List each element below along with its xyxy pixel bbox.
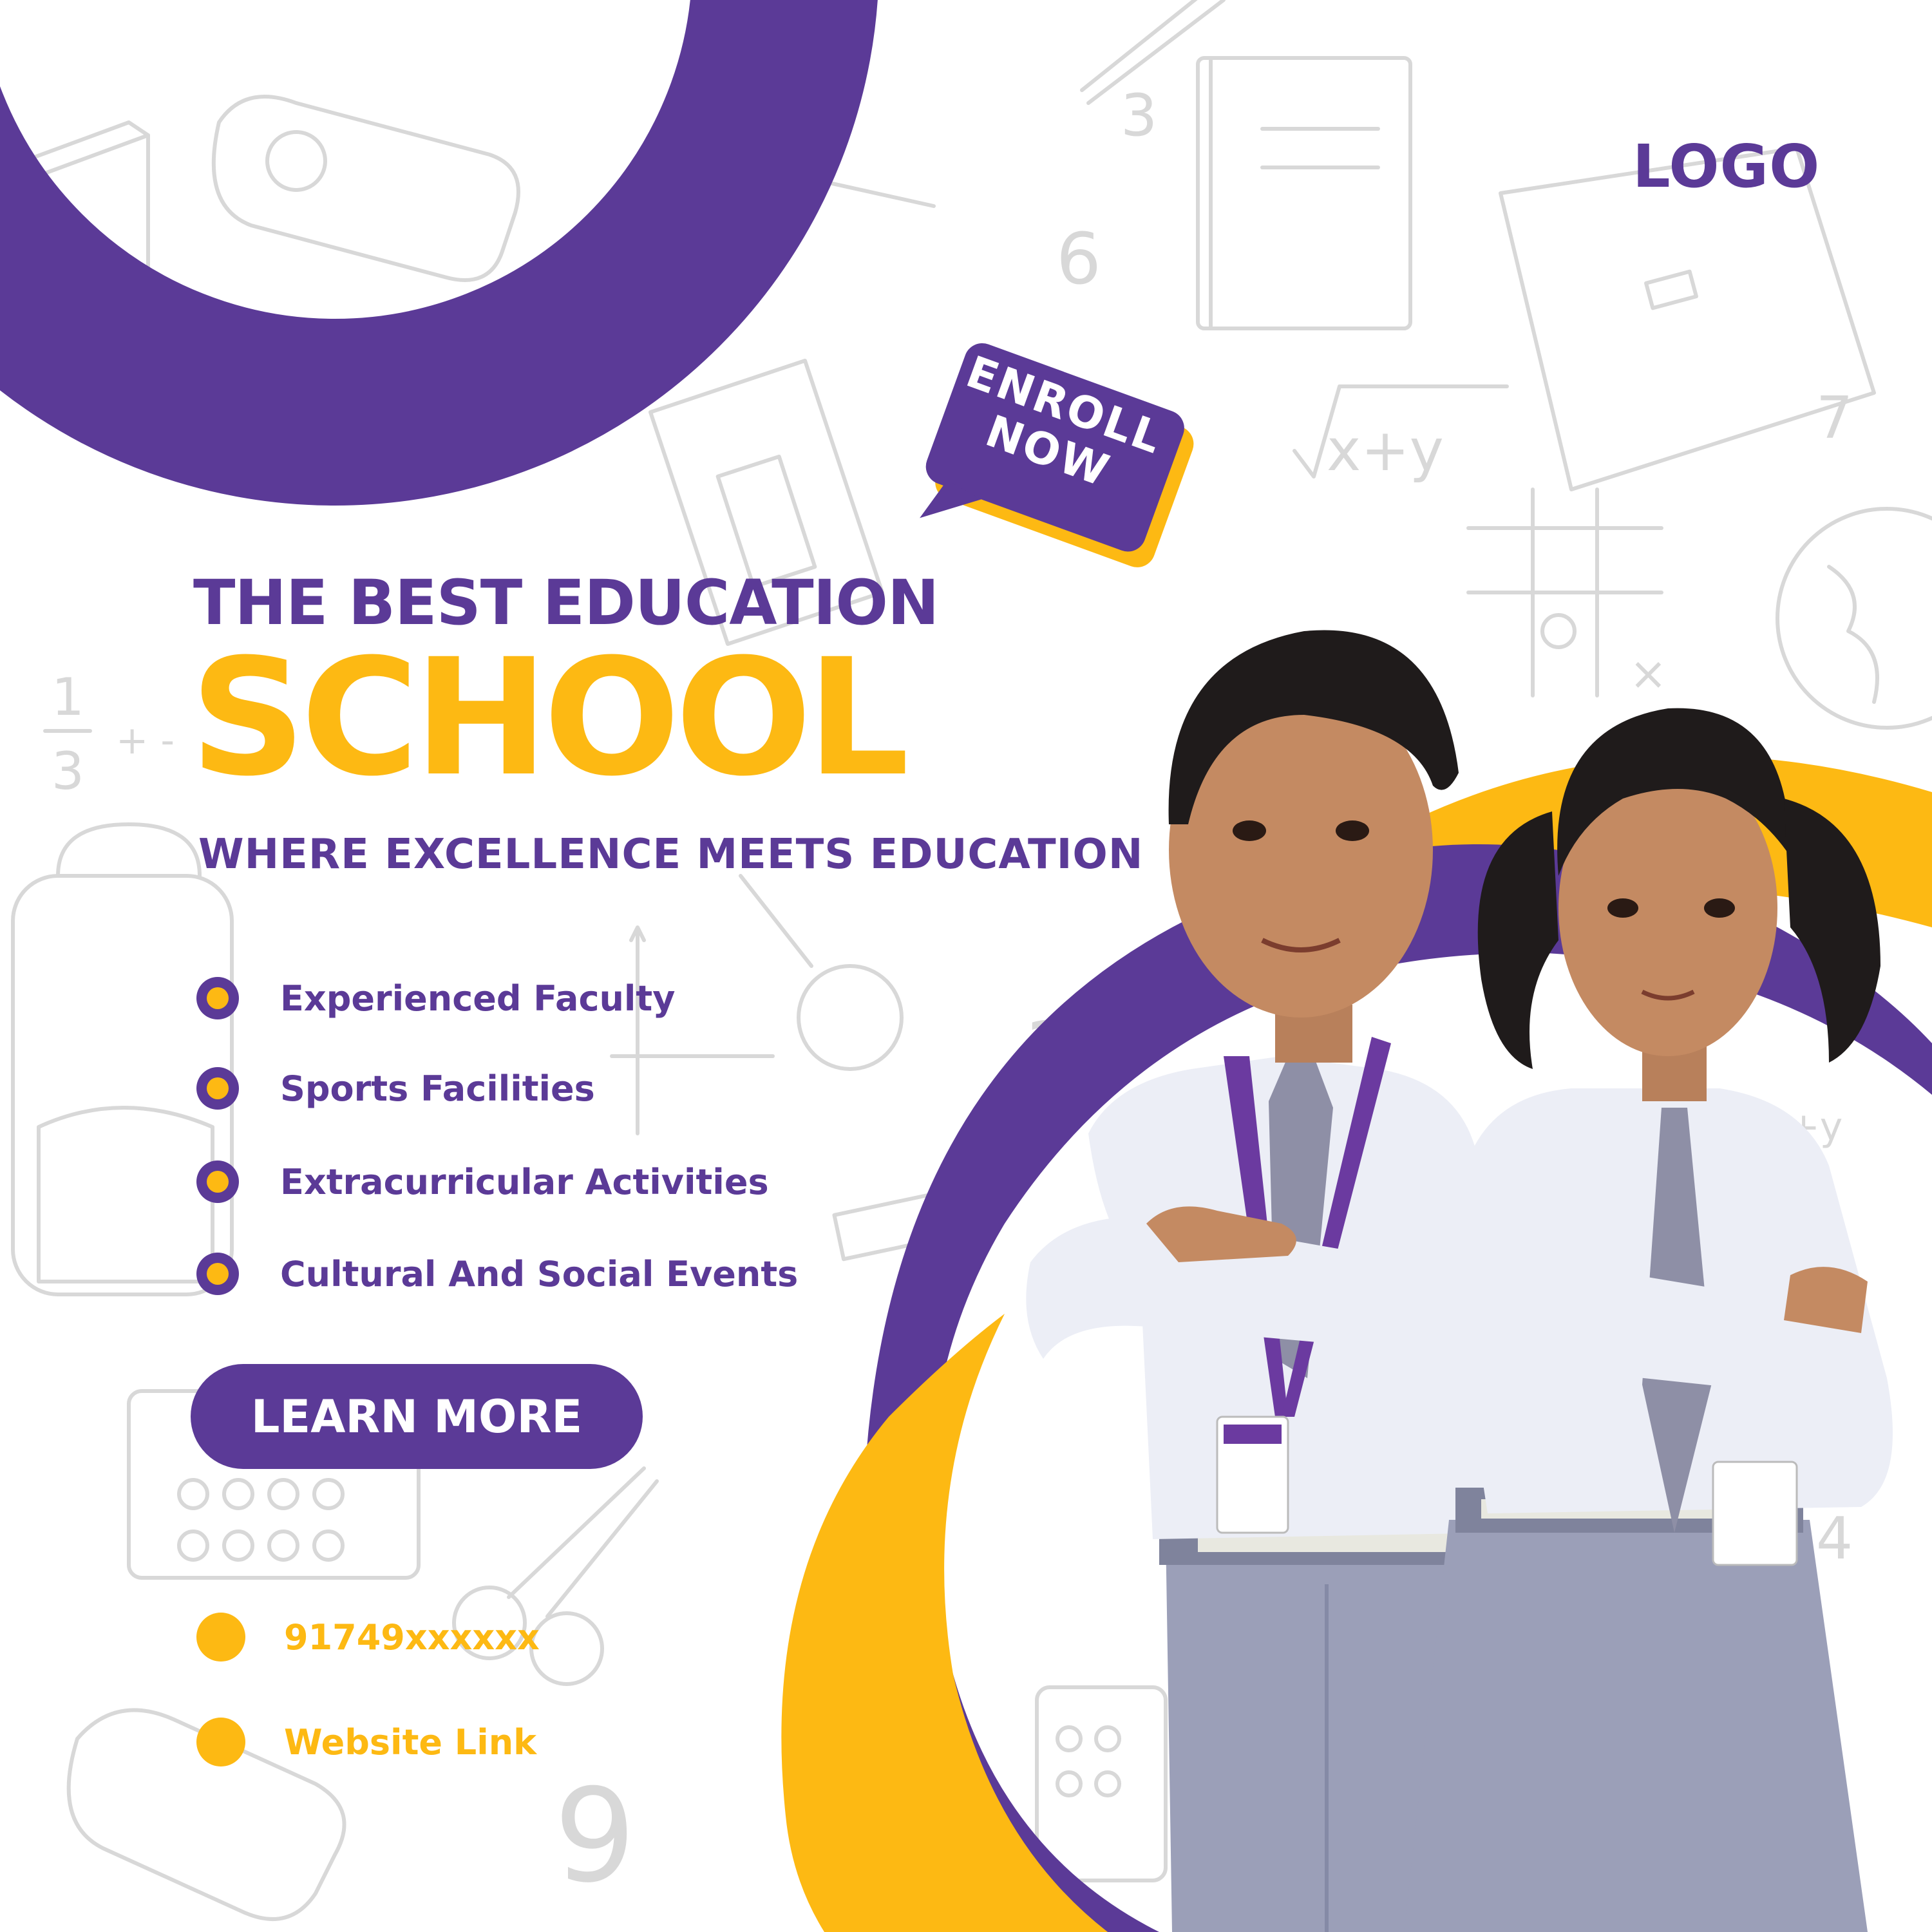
tagline-text: WHERE EXCELLENCE MEETS EDUCATION: [198, 831, 1144, 878]
bullet-dot-icon: [196, 977, 239, 1019]
feature-item-cultural: Cultural And Social Events: [196, 1245, 798, 1303]
contact-website: Website Link: [196, 1713, 536, 1771]
phone-dot-icon: [196, 1613, 245, 1662]
website-link[interactable]: Website Link: [284, 1722, 536, 1763]
logo-text[interactable]: LOGO: [1633, 132, 1820, 201]
bullet-dot-icon: [196, 1160, 239, 1203]
feature-label: Cultural And Social Events: [280, 1253, 799, 1294]
purple-ring-shape: [0, 0, 878, 506]
students-photo: [1026, 630, 1893, 1932]
bullet-dot-icon: [196, 1253, 239, 1295]
feature-label: Experienced Faculty: [280, 978, 676, 1019]
school-title: SCHOOL: [190, 624, 909, 811]
school-ad-poster: 3 6 3 9 4 7 x+y x+y 1 3 + -: [0, 0, 1932, 1932]
website-dot-icon: [196, 1718, 245, 1766]
contact-phone: 91749xxxxxx: [196, 1608, 540, 1666]
feature-item-sports: Sports Facilities: [196, 1059, 595, 1117]
feature-label: Sports Facilities: [280, 1068, 595, 1109]
girl-figure: [1404, 708, 1893, 1932]
feature-item-extracurricular: Extracurricular Activities: [196, 1153, 769, 1211]
learn-more-button[interactable]: LEARN MORE: [191, 1364, 643, 1469]
bullet-dot-icon: [196, 1067, 239, 1110]
feature-item-faculty: Experienced Faculty: [196, 969, 675, 1027]
phone-number[interactable]: 91749xxxxxx: [284, 1617, 540, 1658]
feature-label: Extracurricular Activities: [280, 1161, 769, 1202]
